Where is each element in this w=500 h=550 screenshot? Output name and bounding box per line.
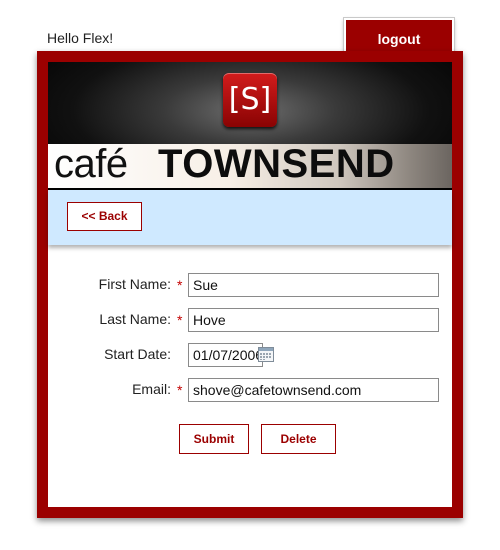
last-name-required-marker: * [177, 312, 183, 328]
last-name-field[interactable]: Hove [188, 308, 439, 332]
start-date-field[interactable]: 01/07/2006 [188, 343, 263, 367]
banner: [S] café TOWNSEND [48, 62, 452, 190]
brand-strip: café TOWNSEND [48, 142, 452, 188]
email-field[interactable]: shove@cafetownsend.com [188, 378, 439, 402]
email-required-marker: * [177, 382, 183, 398]
main-panel: [S] café TOWNSEND << Back First Name: * … [37, 51, 463, 518]
first-name-field[interactable]: Sue [188, 273, 439, 297]
back-button[interactable]: << Back [67, 202, 142, 231]
greeting-text: Hello Flex! [47, 30, 114, 46]
first-name-label: First Name: [98, 276, 171, 292]
content-area: [S] café TOWNSEND << Back First Name: * … [48, 62, 452, 507]
first-name-required-marker: * [177, 277, 183, 293]
start-date-label: Start Date: [104, 346, 171, 362]
brand-name: TOWNSEND [158, 142, 395, 186]
submit-button[interactable]: Submit [179, 424, 249, 454]
delete-button[interactable]: Delete [261, 424, 336, 454]
brand-prefix: café [54, 142, 128, 186]
logo: [S] [223, 73, 277, 127]
last-name-label: Last Name: [99, 311, 171, 327]
email-label: Email: [132, 381, 171, 397]
calendar-icon[interactable] [258, 346, 274, 362]
